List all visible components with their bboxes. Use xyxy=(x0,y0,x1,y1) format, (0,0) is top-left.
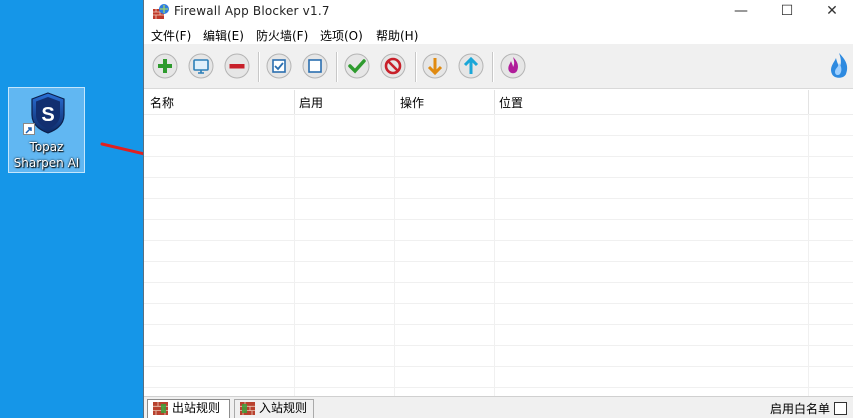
toolbar-separator xyxy=(415,52,417,82)
whitelist-checkbox[interactable] xyxy=(834,402,847,415)
tab-outbound-rules[interactable]: 出站规则 xyxy=(147,399,230,418)
column-header-name[interactable]: 名称 xyxy=(150,94,174,111)
menu-edit[interactable]: 编辑(E) xyxy=(203,27,244,44)
firewall-settings-button[interactable] xyxy=(499,52,527,80)
title-bar[interactable]: Firewall App Blocker v1.7 — ☐ ✕ xyxy=(144,0,853,24)
column-divider[interactable] xyxy=(394,90,395,114)
whitelist-toggle[interactable]: 启用白名单 xyxy=(770,400,847,417)
grid-line xyxy=(144,219,853,220)
checkbox-checked-icon xyxy=(266,53,292,79)
brick-wall-icon xyxy=(153,402,168,415)
menu-bar: 文件(F) 编辑(E) 防火墙(F) 选项(O) 帮助(H) xyxy=(144,24,853,44)
grid-line xyxy=(144,135,853,136)
arrow-up-icon xyxy=(458,53,484,79)
grid-line xyxy=(144,303,853,304)
menu-file[interactable]: 文件(F) xyxy=(151,27,191,44)
shortcut-arrow-icon xyxy=(23,123,35,135)
grid-line xyxy=(144,240,853,241)
column-header-location[interactable]: 位置 xyxy=(499,94,523,111)
flame-icon xyxy=(500,53,526,79)
grid-line xyxy=(144,156,853,157)
toolbar-separator xyxy=(492,52,494,82)
prohibited-icon xyxy=(380,53,406,79)
app-window: Firewall App Blocker v1.7 — ☐ ✕ 文件(F) 编辑… xyxy=(143,0,853,418)
grid-line xyxy=(144,387,853,388)
desktop-shortcut-topaz-sharpen[interactable]: S Topaz Sharpen AI xyxy=(8,87,85,173)
tab-inbound-rules[interactable]: 入站规则 xyxy=(234,399,314,418)
block-button[interactable] xyxy=(379,52,407,80)
grid-line xyxy=(144,324,853,325)
firewall-app-icon xyxy=(153,4,169,19)
whitelist-label: 启用白名单 xyxy=(769,402,830,416)
grid-line xyxy=(144,198,853,199)
computer-button[interactable] xyxy=(187,52,215,80)
tab-label: 出站规则 xyxy=(172,401,221,415)
add-button[interactable] xyxy=(151,52,179,80)
menu-options[interactable]: 选项(O) xyxy=(320,27,363,44)
column-header-enabled[interactable]: 启用 xyxy=(299,94,323,111)
column-header-action[interactable]: 操作 xyxy=(400,94,424,111)
grid-line xyxy=(144,177,853,178)
table-header: 名称 启用 操作 位置 xyxy=(144,90,853,115)
monitor-icon xyxy=(188,53,214,79)
arrow-down-icon xyxy=(422,53,448,79)
menu-help[interactable]: 帮助(H) xyxy=(376,27,418,44)
uncheck-all-button[interactable] xyxy=(301,52,329,80)
toolbar xyxy=(144,44,853,89)
grid-line xyxy=(144,366,853,367)
desktop-shortcut-label: Topaz Sharpen AI xyxy=(13,140,80,170)
rules-table[interactable]: 名称 启用 操作 位置 xyxy=(144,90,853,396)
menu-firewall[interactable]: 防火墙(F) xyxy=(256,27,308,44)
status-bar: 出站规则 入站规则 启用白名单 xyxy=(144,396,853,418)
export-button[interactable] xyxy=(457,52,485,80)
plus-icon xyxy=(152,53,178,79)
toolbar-separator xyxy=(258,52,260,82)
grid-line xyxy=(144,345,853,346)
checkmark-icon xyxy=(344,53,370,79)
window-title: Firewall App Blocker v1.7 xyxy=(174,4,330,18)
minus-icon xyxy=(224,53,250,79)
column-divider[interactable] xyxy=(494,90,495,114)
close-button[interactable]: ✕ xyxy=(809,0,853,24)
column-divider[interactable] xyxy=(294,90,295,114)
maximize-button[interactable]: ☐ xyxy=(764,0,810,24)
allow-button[interactable] xyxy=(343,52,371,80)
minimize-button[interactable]: — xyxy=(718,0,764,24)
column-divider[interactable] xyxy=(808,90,809,114)
remove-button[interactable] xyxy=(223,52,251,80)
toolbar-separator xyxy=(336,52,338,82)
brick-wall-icon xyxy=(240,402,255,415)
tab-label: 入站规则 xyxy=(259,401,308,415)
check-all-button[interactable] xyxy=(265,52,293,80)
import-button[interactable] xyxy=(421,52,449,80)
svg-text:S: S xyxy=(41,104,54,126)
grid-line xyxy=(144,282,853,283)
checkbox-empty-icon xyxy=(302,53,328,79)
app-brand-flame-icon xyxy=(824,51,853,83)
grid-line xyxy=(144,261,853,262)
